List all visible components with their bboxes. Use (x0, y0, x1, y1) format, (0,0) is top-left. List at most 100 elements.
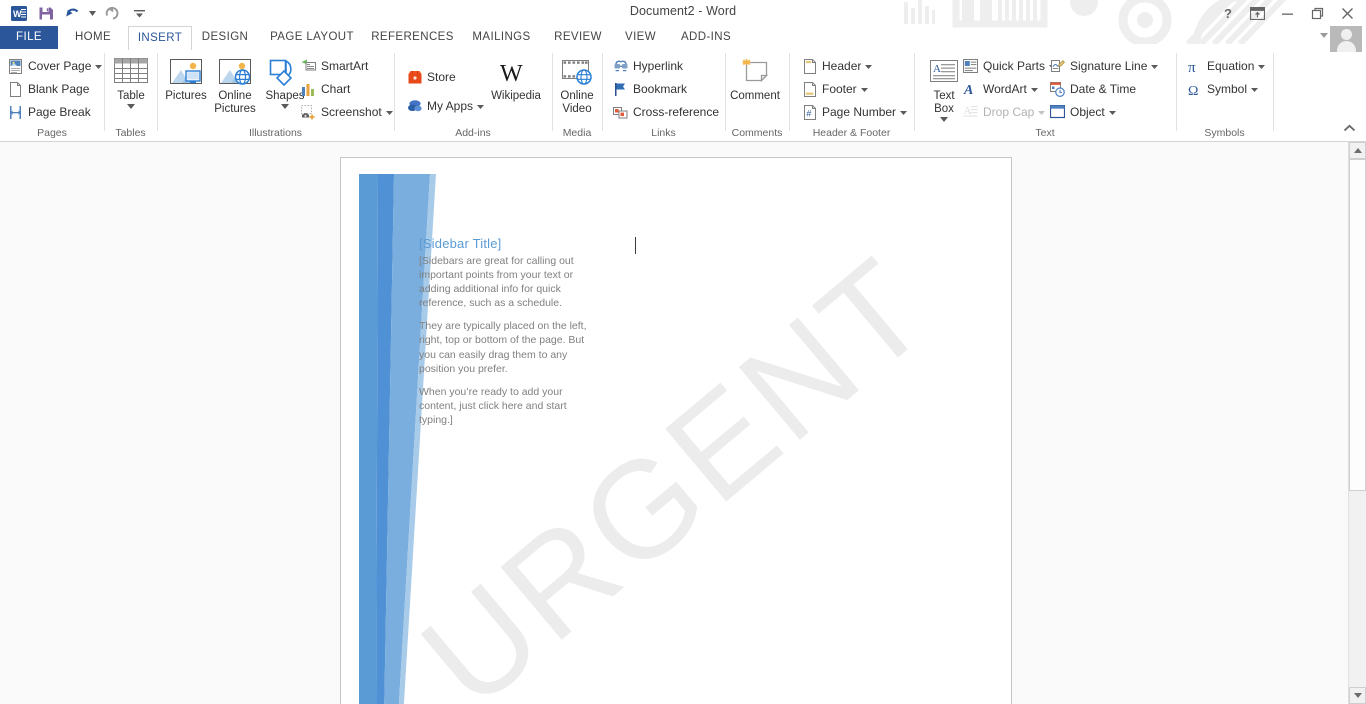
online-pictures-button[interactable]: Online Pictures (209, 54, 261, 116)
text-box-button-caret-icon[interactable] (940, 116, 948, 124)
drop-cap-button: A Drop Cap (962, 101, 1046, 123)
footer-icon (801, 81, 818, 98)
page-number-button-caret-icon[interactable] (900, 108, 908, 117)
redo-icon[interactable] (99, 2, 125, 24)
sidebar-title[interactable]: [Sidebar Title] (419, 236, 594, 251)
user-avatar[interactable] (1330, 26, 1362, 52)
sidebar-body-text[interactable]: [Sidebars are great for calling out impo… (419, 254, 591, 436)
save-icon[interactable] (33, 2, 59, 24)
shapes-icon (268, 54, 302, 88)
customize-qat-icon[interactable] (126, 2, 152, 24)
cover-page-button[interactable]: Cover Page (7, 55, 103, 77)
equation-button[interactable]: π Equation (1186, 55, 1266, 77)
tab-design[interactable]: DESIGN (190, 26, 260, 49)
online-video-button[interactable]: Online Video (551, 54, 603, 116)
ribbon-group-text: A Text Box Quick Parts A WordArt A Drop Cap Sig… (914, 49, 1176, 141)
wikipedia-button[interactable]: W Wikipedia (490, 54, 542, 103)
page-number-button-label: Page Number (822, 105, 897, 119)
scroll-down-button[interactable] (1349, 687, 1366, 704)
chart-icon (300, 81, 317, 98)
equation-button-caret-icon[interactable] (1258, 62, 1266, 71)
symbol-button-caret-icon[interactable] (1251, 85, 1259, 94)
scrollbar-thumb[interactable] (1349, 159, 1366, 491)
table-button-caret-icon[interactable] (127, 103, 135, 111)
tab-view[interactable]: VIEW (614, 26, 667, 49)
blank-page-button[interactable]: Blank Page (7, 78, 89, 100)
tab-home[interactable]: HOME (58, 26, 128, 49)
table-icon (114, 54, 148, 88)
svg-text:?: ? (1224, 6, 1232, 20)
shapes-button-caret-icon[interactable] (281, 103, 289, 111)
header-button-caret-icon[interactable] (865, 62, 873, 71)
screenshot-button[interactable]: Screenshot (300, 101, 393, 123)
bookmark-button[interactable]: Bookmark (612, 78, 687, 100)
ribbon: Cover Page Blank Page Page Break Pages Table… (0, 49, 1366, 142)
tab-insert[interactable]: INSERT (128, 26, 192, 50)
page-break-button[interactable]: Page Break (7, 101, 91, 123)
pictures-button[interactable]: Pictures (160, 54, 212, 103)
object-button-caret-icon[interactable] (1108, 108, 1116, 117)
cross-reference-button-label: Cross-reference (633, 105, 720, 119)
signature-line-button[interactable]: Signature Line (1049, 55, 1159, 77)
close-button[interactable] (1332, 2, 1362, 24)
footer-button[interactable]: Footer (801, 78, 868, 100)
comment-button-label: Comment (730, 90, 780, 102)
page-number-button[interactable]: # Page Number (801, 101, 908, 123)
quick-parts-button[interactable]: Quick Parts (962, 55, 1057, 77)
online-pictures-icon (218, 54, 252, 88)
signature-line-button-label: Signature Line (1070, 59, 1148, 73)
chart-button[interactable]: Chart (300, 78, 350, 100)
header-button[interactable]: Header (801, 55, 873, 77)
smartart-icon (300, 58, 317, 75)
document-page[interactable]: URGENT [Sidebar Title] [Sidebars are gre… (340, 157, 1012, 704)
tab-addins[interactable]: ADD-INS (667, 26, 745, 49)
account-dropdown-caret-icon[interactable] (1320, 31, 1328, 40)
online-pictures-button-label: Online Pictures (214, 90, 256, 115)
tab-pagelayout[interactable]: PAGE LAYOUT (260, 26, 364, 49)
minimize-button[interactable] (1272, 2, 1302, 24)
sidebar-paragraph: When you’re ready to add your content, j… (419, 385, 567, 426)
cross-reference-button[interactable]: Cross-reference (612, 101, 719, 123)
object-icon (1049, 104, 1066, 121)
signature-line-button-caret-icon[interactable] (1151, 62, 1159, 71)
object-button[interactable]: Object (1049, 101, 1116, 123)
svg-text:π: π (1188, 60, 1196, 74)
smartart-button[interactable]: SmartArt (300, 55, 368, 77)
undo-icon[interactable] (60, 2, 86, 24)
drop-cap-button-label: Drop Cap (983, 105, 1035, 119)
window-controls[interactable]: ? (1212, 2, 1362, 24)
collapse-ribbon-button[interactable] (1343, 124, 1356, 136)
date-time-button[interactable]: Date & Time (1049, 78, 1136, 100)
store-button[interactable]: Store (406, 66, 456, 88)
word-logo-icon: W (6, 2, 32, 24)
screenshot-button-caret-icon[interactable] (385, 108, 393, 117)
symbol-button[interactable]: Ω Symbol (1186, 78, 1259, 100)
symbol-button-label: Symbol (1207, 82, 1248, 96)
vertical-scrollbar[interactable] (1348, 142, 1366, 704)
quick-access-toolbar[interactable]: W (6, 2, 152, 24)
my-apps-button-caret-icon[interactable] (477, 102, 485, 111)
shapes-button-label: Shapes (265, 90, 305, 102)
scroll-up-button[interactable] (1349, 142, 1366, 159)
comment-button[interactable]: Comment (729, 54, 781, 103)
my-apps-button[interactable]: My Apps (406, 95, 485, 117)
footer-button-caret-icon[interactable] (860, 85, 868, 94)
tab-review[interactable]: REVIEW (542, 26, 614, 49)
screenshot-icon (300, 104, 317, 121)
table-button[interactable]: Table (105, 54, 157, 111)
hyperlink-button-label: Hyperlink (633, 59, 684, 73)
undo-dropdown-icon[interactable] (87, 2, 98, 24)
hyperlink-button[interactable]: Hyperlink (612, 55, 683, 77)
sidebar-paragraph: [Sidebars are great for calling out impo… (419, 255, 574, 310)
cover-page-button-caret-icon[interactable] (95, 62, 103, 71)
tab-mailings[interactable]: MAILINGS (461, 26, 542, 49)
restore-button[interactable] (1302, 2, 1332, 24)
help-button[interactable]: ? (1212, 2, 1242, 24)
wordart-button-caret-icon[interactable] (1030, 85, 1038, 94)
date-time-icon (1049, 81, 1066, 98)
tab-references[interactable]: REFERENCES (364, 26, 461, 49)
wordart-button[interactable]: A WordArt (962, 78, 1038, 100)
tab-file[interactable]: FILE (0, 26, 58, 49)
ribbon-tabs[interactable]: FILE HOME INSERT DESIGN PAGE LAYOUT REFERENCE… (0, 26, 1366, 50)
ribbon-display-options-button[interactable] (1242, 2, 1272, 24)
